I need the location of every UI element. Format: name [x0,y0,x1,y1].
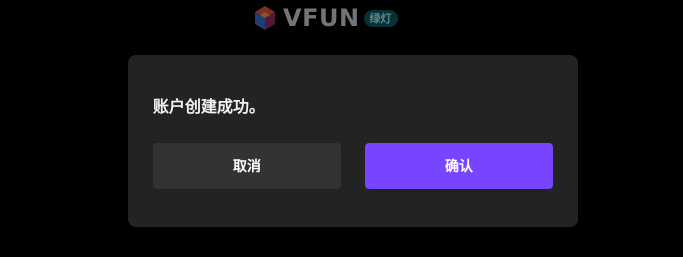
header-logo: VFUN 绿灯 [251,2,398,34]
logo-badge: 绿灯 [363,9,398,27]
vfun-cube-logo-icon [255,6,275,30]
logo-text: VFUN [283,4,360,32]
dialog-message: 账户创建成功。 [153,97,266,116]
confirmation-dialog: 账户创建成功。 取消 确认 [128,55,578,227]
cancel-button[interactable]: 取消 [153,143,341,189]
screen: VFUN 绿灯 账户创建成功。 取消 确认 [0,0,683,257]
confirm-button[interactable]: 确认 [365,143,553,189]
